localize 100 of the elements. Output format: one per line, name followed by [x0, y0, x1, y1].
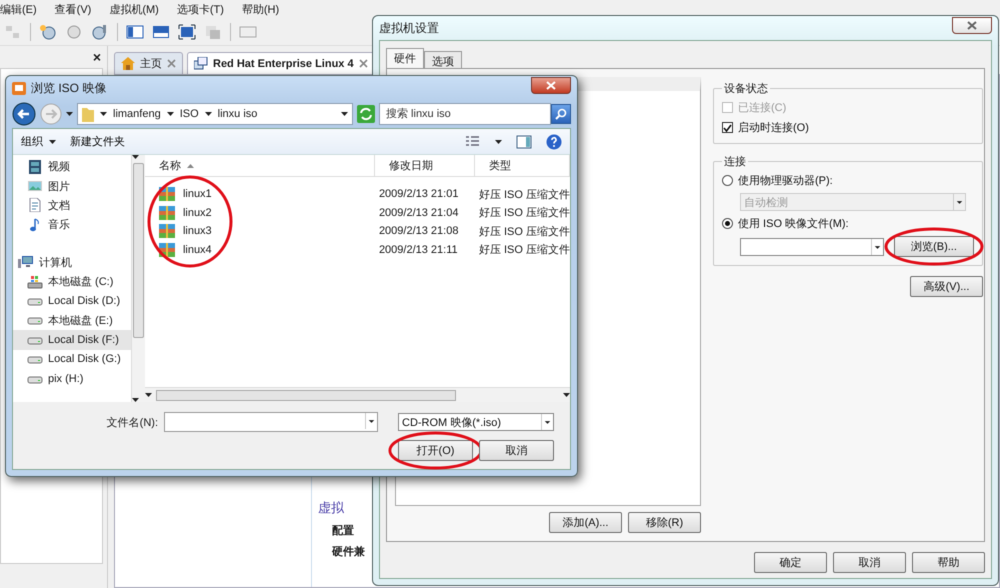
- preview-pane-icon[interactable]: [516, 134, 532, 148]
- close-icon[interactable]: [167, 59, 176, 68]
- dropdown-caret-icon: [341, 112, 348, 116]
- search-button[interactable]: [551, 104, 571, 124]
- dialog-button[interactable]: 确定: [754, 552, 827, 573]
- dropdown-arrow-icon[interactable]: [871, 238, 883, 254]
- menu-item[interactable]: 选项卡(T): [176, 2, 224, 17]
- close-icon[interactable]: [358, 59, 368, 68]
- browse-button[interactable]: 浏览(B)...: [894, 236, 974, 257]
- column-header[interactable]: 类型: [474, 155, 570, 176]
- film-icon: [27, 160, 43, 174]
- breadcrumb-item[interactable]: linxu iso: [218, 108, 258, 120]
- document-icon: [27, 198, 43, 212]
- picture-icon: [27, 179, 43, 194]
- table-cell-text: 好压 ISO 压缩文件: [478, 242, 570, 258]
- sidebar-item[interactable]: 文档: [13, 196, 131, 216]
- open-button[interactable]: 打开(O): [398, 440, 473, 461]
- snapshot-manager-icon[interactable]: [91, 24, 109, 40]
- sidebar-item[interactable]: 本地磁盘 (C:): [13, 272, 131, 292]
- table-cell-text: 2009/2/13 21:11: [378, 244, 459, 256]
- organize-menu[interactable]: 组织: [21, 134, 56, 149]
- search-field[interactable]: 搜索 linxu iso: [379, 103, 551, 125]
- close-icon: [967, 20, 977, 30]
- sidebar-view-icon[interactable]: [126, 24, 144, 40]
- table-cell-text: 好压 ISO 压缩文件: [478, 206, 570, 220]
- fullscreen-icon[interactable]: [178, 24, 196, 40]
- file-name[interactable]: linux2: [178, 206, 212, 219]
- help-icon[interactable]: [546, 134, 562, 150]
- checkbox-option[interactable]: 启动时连接(O): [722, 120, 974, 135]
- menu-item[interactable]: 虚拟机(M): [109, 2, 159, 17]
- menu-item[interactable]: 查看(V): [54, 2, 92, 17]
- breadcrumb-caret-icon: [166, 112, 174, 116]
- cancel-button[interactable]: 取消: [479, 440, 554, 461]
- breadcrumb-caret-icon: [204, 112, 212, 116]
- sidebar-item[interactable]: Local Disk (G:): [13, 350, 131, 369]
- table-cell-text: 2009/2/13 21:08: [378, 225, 460, 238]
- close-button[interactable]: [531, 76, 571, 94]
- add-button[interactable]: 添加(A)...: [549, 512, 622, 533]
- filename-field[interactable]: [164, 412, 378, 432]
- system-drive-icon: [27, 274, 43, 289]
- sidebar-item[interactable]: 本地磁盘 (E:): [13, 310, 131, 330]
- sidebar-item[interactable]: 图片: [13, 176, 131, 196]
- file-name[interactable]: linux4: [178, 244, 212, 256]
- dropdown-arrow-icon[interactable]: [541, 414, 553, 430]
- new-folder-button[interactable]: 新建文件夹: [70, 134, 125, 149]
- menu-item[interactable]: 编辑(E): [0, 2, 37, 17]
- sidebar-item[interactable]: 计算机: [13, 252, 131, 272]
- view-options-icon[interactable]: [465, 134, 481, 148]
- file-name[interactable]: linux1: [178, 188, 212, 200]
- tab[interactable]: 主页: [114, 52, 183, 74]
- section-heading[interactable]: 虚拟: [318, 499, 365, 517]
- sidebar-item[interactable]: Local Disk (D:): [13, 291, 131, 311]
- sidebar-item[interactable]: 音乐: [13, 215, 131, 235]
- close-button[interactable]: ×: [92, 49, 101, 65]
- archive-icon: [158, 242, 175, 257]
- caret-icon: [49, 140, 56, 144]
- breadcrumb-item[interactable]: limanfeng: [113, 108, 161, 120]
- home-icon: [121, 57, 135, 70]
- group-title: 设备状态: [723, 82, 769, 96]
- sort-arrow-icon: [186, 164, 194, 168]
- summary-label: 硬件兼: [330, 544, 365, 559]
- tab[interactable]: 硬件: [386, 48, 424, 69]
- table-cell-text: 2009/2/13 21:01: [378, 188, 460, 200]
- breadcrumb-item[interactable]: ISO: [180, 108, 199, 120]
- tabs-view-icon[interactable]: [152, 24, 170, 40]
- dialog-button[interactable]: 取消: [833, 552, 906, 573]
- virtual-machine-icon: [194, 57, 208, 70]
- advanced-button[interactable]: 高级(V)...: [910, 276, 983, 297]
- app-icon: [12, 82, 26, 94]
- search-icon: [555, 108, 567, 120]
- folder-icon: [82, 106, 94, 122]
- view-caret-icon: [495, 140, 502, 144]
- group-title: 连接: [723, 154, 747, 169]
- dialog-button[interactable]: 帮助: [912, 552, 985, 573]
- close-icon: [546, 80, 556, 90]
- file-type-select[interactable]: CD-ROM 映像(*.iso): [398, 413, 554, 431]
- radio-option[interactable]: 使用 ISO 映像文件(M):: [722, 216, 974, 231]
- check-mark-icon: [723, 124, 732, 132]
- sidebar-item[interactable]: 视频: [13, 157, 131, 176]
- sidebar-item[interactable]: pix (H:): [13, 368, 131, 388]
- snapshot-icon[interactable]: [39, 24, 57, 40]
- tab[interactable]: Red Hat Enterprise Linux 4: [187, 52, 375, 74]
- iso-path-field[interactable]: [740, 238, 884, 256]
- history-caret-icon: [66, 112, 73, 116]
- dropdown-arrow-icon[interactable]: [365, 413, 377, 429]
- table-cell-text: 好压 ISO 压缩文件: [478, 188, 570, 202]
- refresh-icon[interactable]: [357, 105, 375, 123]
- menu-item[interactable]: 帮助(H): [242, 2, 280, 17]
- window-title: 浏览 ISO 映像: [31, 80, 108, 96]
- close-button[interactable]: [952, 16, 992, 34]
- file-name[interactable]: linux3: [178, 225, 212, 238]
- tab[interactable]: 选项: [424, 51, 462, 69]
- address-bar[interactable]: limanfeng ISO linxu iso: [77, 103, 353, 125]
- breadcrumb-caret-icon: [100, 112, 107, 116]
- remove-button[interactable]: 移除(R): [628, 512, 701, 533]
- sidebar-item[interactable]: Local Disk (F:): [13, 330, 131, 350]
- radio-option[interactable]: 使用物理驱动器(P):: [722, 173, 974, 188]
- window-title: 虚拟机设置: [379, 20, 440, 36]
- column-header[interactable]: 名称: [144, 155, 375, 176]
- column-header[interactable]: 修改日期: [374, 155, 475, 176]
